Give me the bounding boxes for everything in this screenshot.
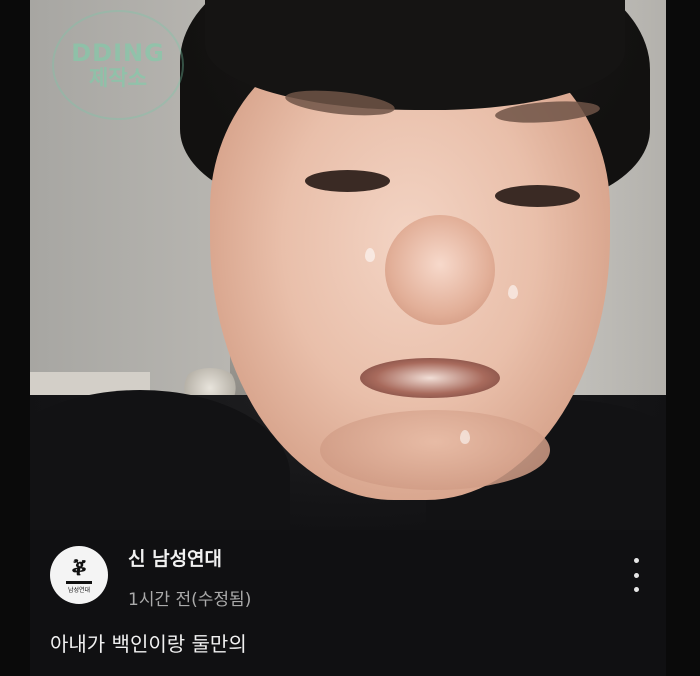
nose	[385, 215, 495, 325]
chin	[320, 410, 550, 490]
channel-name[interactable]: 신 남성연대	[128, 544, 222, 571]
logo-bar	[66, 580, 92, 584]
video-frame[interactable]: DDING 제작소	[30, 0, 666, 530]
mouth	[360, 358, 500, 398]
community-post: ቖ 남성연대 신 남성연대 1시간 전(수정됨) 아내가 백인이랑 둘만의	[30, 530, 666, 676]
more-vert-icon[interactable]	[626, 558, 646, 592]
watermark-line1: DDING	[71, 39, 165, 67]
flame-logo-icon: ቖ	[71, 554, 87, 581]
eye-left	[305, 170, 390, 192]
menu-dot	[633, 558, 639, 563]
tear-drop	[508, 285, 518, 299]
screen: DDING 제작소 ቖ 남성연대 신 남성연대 1시간 전(수정됨) 아내가 백…	[0, 0, 700, 676]
post-body: 아내가 백인이랑 둘만의	[50, 626, 650, 662]
eye-right	[495, 185, 580, 207]
channel-avatar[interactable]: ቖ 남성연대	[50, 546, 108, 604]
tear-drop	[365, 248, 375, 262]
watermark-logo: DDING 제작소	[52, 10, 184, 120]
post-timestamp: 1시간 전(수정됨)	[128, 590, 252, 610]
watermark-line2: 제작소	[89, 66, 147, 90]
avatar-logo-text: 남성연대	[67, 586, 91, 594]
menu-dot	[633, 572, 639, 578]
menu-dot	[633, 587, 639, 592]
tear-drop	[460, 430, 470, 444]
post-body-line1: 아내가 백인이랑 둘만의	[50, 632, 247, 656]
